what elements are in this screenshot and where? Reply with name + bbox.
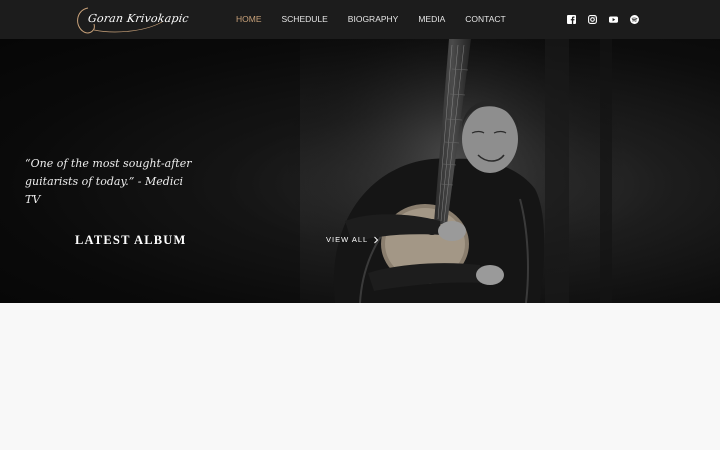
nav-home[interactable]: HOME xyxy=(236,14,262,24)
main-nav: HOME SCHEDULE BIOGRAPHY MEDIA CONTACT xyxy=(236,14,526,24)
latest-album-heading: LATEST ALBUM xyxy=(75,233,187,247)
facebook-icon[interactable] xyxy=(567,15,576,24)
top-navbar: Goran Krivokapic HOME SCHEDULE BIOGRAPHY… xyxy=(0,0,720,39)
hero-banner: “One of the most sought-after guitarists… xyxy=(0,39,720,303)
hero-quote: “One of the most sought-after guitarists… xyxy=(25,157,192,206)
nav-biography[interactable]: BIOGRAPHY xyxy=(348,14,399,24)
chevron-right-icon xyxy=(373,236,379,244)
social-links xyxy=(567,15,651,24)
instagram-icon[interactable] xyxy=(588,15,597,24)
nav-media[interactable]: MEDIA xyxy=(418,14,445,24)
logo-text: Goran Krivokapic xyxy=(87,12,190,25)
nav-schedule[interactable]: SCHEDULE xyxy=(282,14,328,24)
view-all-link[interactable]: VIEW ALL xyxy=(326,235,379,244)
view-all-label: VIEW ALL xyxy=(326,235,369,244)
page-content-area xyxy=(0,303,720,450)
spotify-icon[interactable] xyxy=(630,15,639,24)
nav-contact[interactable]: CONTACT xyxy=(465,14,505,24)
site-logo[interactable]: Goran Krivokapic xyxy=(74,4,190,36)
youtube-icon[interactable] xyxy=(609,15,618,24)
